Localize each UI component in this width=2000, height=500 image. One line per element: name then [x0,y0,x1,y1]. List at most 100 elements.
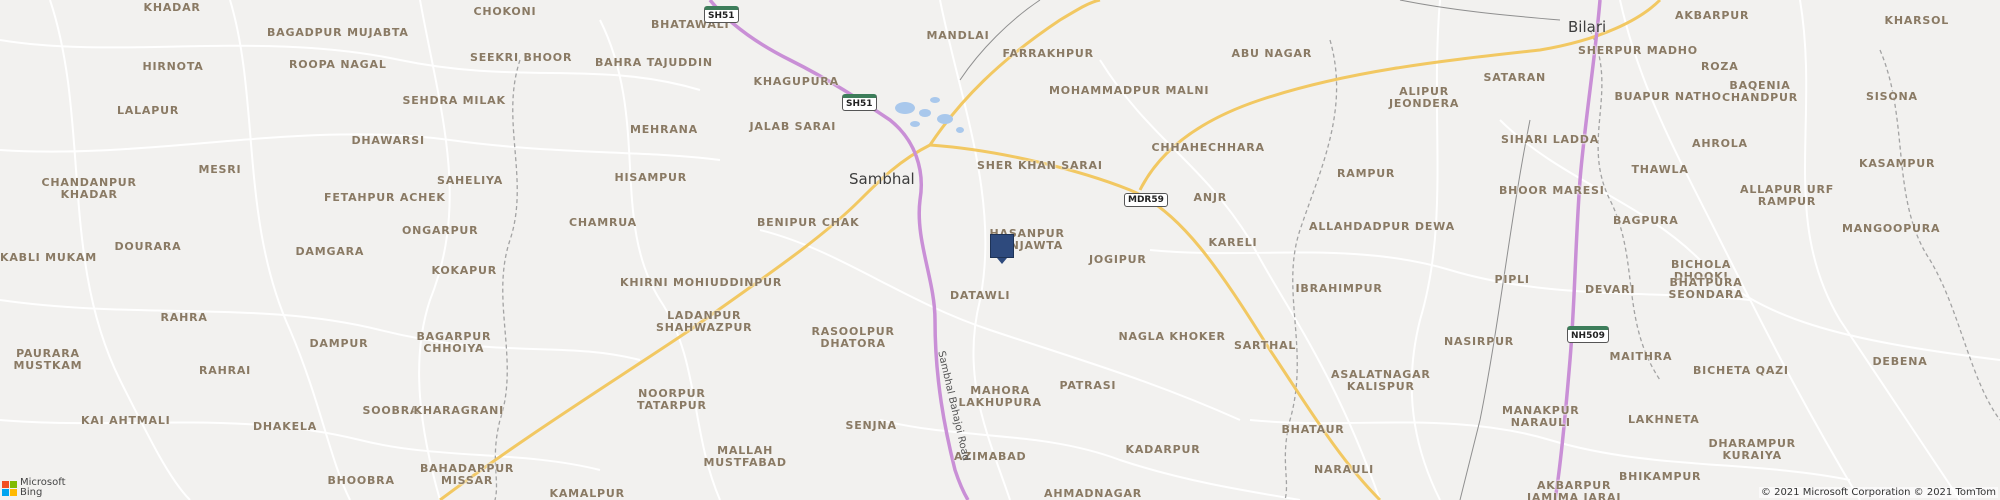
village-label: MESRI [198,163,242,176]
village-label: AKBARPUR JAMIMA JARAI [1527,479,1622,500]
village-label: MEHRANA [630,123,698,136]
village-label: BHIKAMPUR [1619,470,1702,483]
village-label: RASOOLPUR DHATORA [811,325,895,350]
village-label: SAHELIYA [437,174,504,187]
village-label: MAHORA LAKHUPURA [958,384,1042,409]
village-label: BAQENIA CHANDPUR [1722,79,1798,104]
village-label: KHARSOL [1884,14,1950,27]
village-label: SARTHAL [1234,339,1297,352]
village-label: ALLAPUR URF RAMPUR [1740,183,1835,208]
village-label: BAHADARPUR MISSAR [420,462,515,487]
village-label: RAHRA [160,311,208,324]
village-label: BAGARPUR CHHOIYA [416,330,492,355]
village-label: PAURARA MUSTKAM [13,347,83,372]
village-label: AKBARPUR [1675,9,1750,22]
village-label: ALIPUR JEONDERA [1389,85,1460,110]
village-label: MALLAH MUSTFABAD [703,444,787,469]
village-label: DEVARI [1585,283,1636,296]
village-label: SHER KHAN SARAI [977,159,1103,172]
village-label: SEEKRI BHOOR [470,51,573,64]
road-shield-sh51: SH51 [704,6,739,23]
village-label: SHERPUR MADHO [1578,44,1698,57]
village-label: DHAKELA [253,420,318,433]
microsoft-logo-icon [2,480,17,496]
village-label: AHROLA [1692,137,1748,150]
village-label: LAKHNETA [1628,413,1700,426]
village-label: NARAULI [1314,463,1374,476]
village-label: BHATPURA SEONDARA [1668,276,1744,301]
village-label: KHAGUPURA [753,75,839,88]
village-label: BHATAUR [1281,423,1345,436]
village-label: MOHAMMADPUR MALNI [1049,84,1210,97]
village-label: SOOBRA [362,404,420,417]
village-label: IBRAHIMPUR [1295,282,1383,295]
village-label: PIPLI [1494,273,1530,286]
village-label: AHMADNAGAR [1044,487,1143,500]
village-label: JOGIPUR [1089,253,1147,266]
village-label: PATRASI [1059,379,1117,392]
village-label: SEHDRA MILAK [402,94,506,107]
village-label: CHANDANPUR KHADAR [41,176,137,201]
village-label: DEBENA [1872,355,1928,368]
village-label: CHOKONI [473,5,537,18]
village-label: BHOOBRA [327,474,395,487]
city-label-sambhal: Sambhal [849,170,915,188]
village-label: KAMALPUR [549,487,625,500]
village-label: BAGADPUR MUJABTA [267,26,409,39]
village-label: KOKAPUR [431,264,497,277]
village-label: ROZA [1701,60,1739,73]
village-label: BENIPUR CHAK [757,216,860,229]
village-label: SIHARI LADDA [1501,133,1600,146]
village-label: ALLAHDADPUR DEWA [1309,220,1455,233]
village-label: NAGLA KHOKER [1118,330,1226,343]
village-label: KADARPUR [1125,443,1201,456]
village-label: HIRNOTA [142,60,204,73]
village-label: ABU NAGAR [1231,47,1313,60]
road-shield-nh509: NH509 [1567,326,1609,343]
village-label: BUAPUR NATHO [1614,90,1722,103]
village-label: BICHETA QAZI [1693,364,1789,377]
location-pin-marker[interactable] [990,234,1014,264]
village-label: BAHRA TAJUDDIN [595,56,713,69]
village-label: MANDLAI [926,29,990,42]
village-label: LADANPUR SHAHWAZPUR [656,309,753,334]
bing-logo[interactable]: Microsoft Bing [2,478,66,498]
village-label: THAWLA [1631,163,1689,176]
village-label: CHHAHECHHARA [1151,141,1265,154]
village-label: FETAHPUR ACHEK [324,191,446,204]
city-label-bilari: Bilari [1568,18,1607,36]
village-label: KASAMPUR [1859,157,1936,170]
village-label: LALAPUR [117,104,180,117]
village-label: BHOOR MARESI [1499,184,1605,197]
road-shield-mdr59: MDR59 [1124,193,1168,207]
village-label: BAGPURA [1613,214,1679,227]
village-label: KABLI MUKAM [0,251,98,264]
logo-text-bing: Bing [20,487,43,498]
village-label: MAITHRA [1609,350,1673,363]
village-label: MANGOOPURA [1842,222,1941,235]
copyright-notice: © 2021 Microsoft Corporation © 2021 TomT… [1758,487,1998,498]
village-label: CHAMRUA [569,216,637,229]
road-shield-sh51: SH51 [842,94,877,111]
village-label: KAI AHTMALI [81,414,171,427]
village-label: FARRAKHPUR [1002,47,1094,60]
village-label: KHADAR [143,1,201,14]
village-label: KHARAGRANI [413,404,505,417]
village-label: ROOPA NAGAL [289,58,387,71]
village-label: JALAB SARAI [749,120,837,133]
village-label: RAHRAI [199,364,252,377]
village-label: DATAWLI [950,289,1011,302]
village-label: DAMPUR [309,337,369,350]
village-label: KARELI [1208,236,1258,249]
village-label: NOORPUR TATARPUR [637,387,707,412]
village-label: DHAWARSI [351,134,425,147]
village-label: SISONA [1866,90,1918,103]
village-label: HISAMPUR [614,171,688,184]
village-label: SATARAN [1483,71,1547,84]
village-label: NASIRPUR [1444,335,1515,348]
village-label: KHIRNI MOHIUDDINPUR [620,276,783,289]
village-label: SENJNA [845,419,897,432]
map-canvas[interactable]: KHADAR BAGADPUR MUJABTA CHOKONI BHATAWALI MA… [0,0,2000,500]
village-label: RAMPUR [1337,167,1396,180]
village-label: DAMGARA [295,245,365,258]
